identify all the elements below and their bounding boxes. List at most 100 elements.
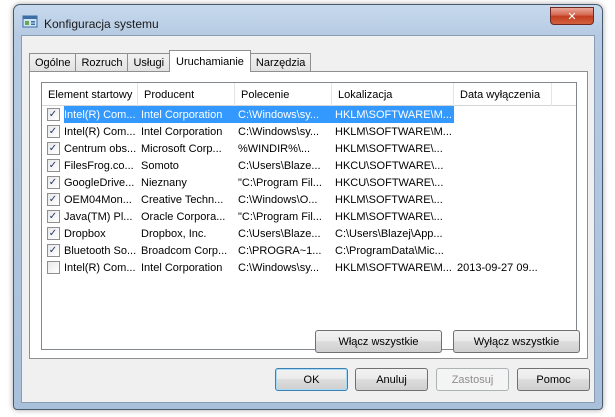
cell-disabled-date xyxy=(454,225,552,242)
close-button[interactable]: ✕ xyxy=(550,7,594,25)
cell-command: C:\PROGRA~1... xyxy=(238,244,322,257)
cell-location: HKLM\SOFTWARE\M... xyxy=(335,108,452,121)
disable-all-button[interactable]: Wyłącz wszystkie xyxy=(453,330,580,353)
row-checkbox-cell: ✓ xyxy=(42,191,64,208)
tab-tools[interactable]: Narzędzia xyxy=(249,53,312,72)
cell-disabled-date xyxy=(454,140,552,157)
apply-button[interactable]: Zastosuj xyxy=(436,368,509,391)
checkmark-icon: ✓ xyxy=(48,176,58,188)
column-header-manufacturer[interactable]: Producent xyxy=(138,83,235,106)
tab-strip: Ogólne Rozruch Usługi Uruchamianie Narzę… xyxy=(29,50,312,72)
cell-location: HKLM\SOFTWARE\... xyxy=(335,193,443,206)
startup-item-row[interactable]: ✓ Dropbox Dropbox, Inc. C:\Users\Blaze... C:… xyxy=(42,225,576,242)
cell-location: HKLM\SOFTWARE\M... xyxy=(335,261,452,274)
cell-command: C:\Users\Blaze... xyxy=(238,227,321,240)
startup-item-row[interactable]: ✓ Centrum obs... Microsoft Corp... %WINDIR%… xyxy=(42,140,576,157)
tab-boot[interactable]: Rozruch xyxy=(75,53,129,72)
cell-manufacturer: Microsoft Corp... xyxy=(141,142,222,155)
checkbox-checked[interactable]: ✓ xyxy=(46,108,60,121)
button-label: Wyłącz wszystkie xyxy=(473,335,560,348)
row-checkbox-cell: ✓ xyxy=(42,140,64,157)
column-label: Lokalizacja xyxy=(338,88,393,101)
cell-command: C:\Windows\sy... xyxy=(238,261,320,274)
checkbox-checked[interactable]: ✓ xyxy=(46,125,60,138)
row-content: Centrum obs... Microsoft Corp... %WINDIR%\… xyxy=(64,140,552,157)
enable-all-button[interactable]: Włącz wszystkie xyxy=(315,330,442,353)
startup-item-row[interactable]: ✓ FilesFrog.co... Somoto C:\Users\Blaze... H… xyxy=(42,157,576,174)
column-header-startup-item[interactable]: Element startowy xyxy=(42,83,138,106)
checkbox-checked[interactable]: ✓ xyxy=(46,244,60,257)
cell-disabled-date xyxy=(454,174,552,191)
column-header-location[interactable]: Lokalizacja xyxy=(332,83,454,106)
button-label: OK xyxy=(303,373,320,386)
cell-disabled-date xyxy=(454,106,552,123)
checkmark-icon: ✓ xyxy=(48,142,58,154)
startup-item-row[interactable]: ✓ Bluetooth So... Broadcom Corp... C:\PROGR… xyxy=(42,242,576,259)
checkbox-checked[interactable]: ✓ xyxy=(46,176,60,189)
startup-item-row[interactable]: ✓ OEM04Mon... Creative Techn... C:\Windows\… xyxy=(42,191,576,208)
row-checkbox-cell: ✓ xyxy=(42,106,64,123)
button-label: Włącz wszystkie xyxy=(338,335,419,348)
column-label: Producent xyxy=(144,88,195,101)
row-content: Intel(R) Com... Intel Corporation C:\Windo… xyxy=(64,106,552,123)
checkbox-checked[interactable]: ✓ xyxy=(46,159,60,172)
startup-item-row[interactable]: ✓ Intel(R) Com... Intel Corporation C:\Wind… xyxy=(42,123,576,140)
column-label: Data wyłączenia xyxy=(460,88,541,101)
cell-startup-item: Java(TM) Pl... xyxy=(64,210,133,223)
cell-command: C:\Windows\sy... xyxy=(238,108,320,121)
checkmark-icon: ✓ xyxy=(48,210,58,222)
cell-location: HKLM\SOFTWARE\M... xyxy=(335,125,452,138)
cell-manufacturer: Dropbox, Inc. xyxy=(141,227,207,240)
checkbox-checked[interactable]: ✓ xyxy=(46,227,60,240)
list-header: Element startowy Producent Polecenie Lok… xyxy=(42,83,576,106)
checkbox-checked[interactable]: ✓ xyxy=(46,193,60,206)
startup-item-row[interactable]: ✓ Intel(R) Com... Intel Corporation C:\Wind… xyxy=(42,106,576,123)
column-label: Polecenie xyxy=(241,88,290,101)
startup-item-row[interactable]: Intel(R) Com... Intel Corporation C:\Windo… xyxy=(42,259,576,276)
tab-label: Narzędzia xyxy=(255,57,306,69)
column-header-disabled-date[interactable]: Data wyłączenia xyxy=(454,83,552,106)
checkbox-checked[interactable]: ✓ xyxy=(46,210,60,223)
cell-location: C:\Users\Blazej\App... xyxy=(335,227,443,240)
window-title: Konfiguracja systemu xyxy=(44,17,159,31)
column-label: Element startowy xyxy=(48,88,133,101)
checkbox-unchecked[interactable] xyxy=(46,261,60,274)
tab-label: Rozruch xyxy=(81,57,123,69)
cell-location: HKLM\SOFTWARE\... xyxy=(335,142,443,155)
checkmark-icon: ✓ xyxy=(48,125,58,137)
cell-disabled-date xyxy=(454,191,552,208)
cell-disabled-date xyxy=(454,242,552,259)
column-header-command[interactable]: Polecenie xyxy=(235,83,332,106)
startup-item-row[interactable]: ✓ Java(TM) Pl... Oracle Corpora... "C:\Prog… xyxy=(42,208,576,225)
tab-startup[interactable]: Uruchamianie xyxy=(169,50,251,72)
help-button[interactable]: Pomoc xyxy=(517,368,590,391)
row-content: Intel(R) Com... Intel Corporation C:\Windo… xyxy=(64,259,552,276)
cell-manufacturer: Nieznany xyxy=(141,176,187,189)
cell-location: HKCU\SOFTWARE\... xyxy=(335,159,444,172)
checkmark-icon: ✓ xyxy=(48,159,58,171)
button-label: Zastosuj xyxy=(451,373,494,386)
startup-items-list[interactable]: Element startowy Producent Polecenie Lok… xyxy=(41,82,577,350)
dialog-client-area: Ogólne Rozruch Usługi Uruchamianie Narzę… xyxy=(21,35,595,403)
checkbox-checked[interactable]: ✓ xyxy=(46,142,60,155)
ok-button[interactable]: OK xyxy=(275,368,348,391)
cell-command: "C:\Program Fil... xyxy=(238,210,322,223)
title-bar[interactable]: Konfiguracja systemu ✕ xyxy=(14,5,602,35)
tab-services[interactable]: Usługi xyxy=(127,53,171,72)
row-content: Java(TM) Pl... Oracle Corpora... "C:\Progr… xyxy=(64,208,552,225)
tab-label: Ogólne xyxy=(35,57,71,69)
row-checkbox-cell: ✓ xyxy=(42,174,64,191)
cancel-button[interactable]: Anuluj xyxy=(355,368,428,391)
close-icon: ✕ xyxy=(567,9,577,23)
cell-disabled-date xyxy=(454,123,552,140)
cell-startup-item: Intel(R) Com... xyxy=(64,125,136,138)
row-content: GoogleDrive... Nieznany "C:\Program Fil...… xyxy=(64,174,552,191)
button-label: Anuluj xyxy=(376,373,407,386)
tab-general[interactable]: Ogólne xyxy=(29,53,77,72)
cell-manufacturer: Broadcom Corp... xyxy=(141,244,228,257)
row-checkbox-cell: ✓ xyxy=(42,123,64,140)
cell-startup-item: OEM04Mon... xyxy=(64,193,132,206)
cell-startup-item: GoogleDrive... xyxy=(64,176,135,189)
startup-item-row[interactable]: ✓ GoogleDrive... Nieznany "C:\Program Fil..… xyxy=(42,174,576,191)
row-content: OEM04Mon... Creative Techn... C:\Windows\O… xyxy=(64,191,552,208)
